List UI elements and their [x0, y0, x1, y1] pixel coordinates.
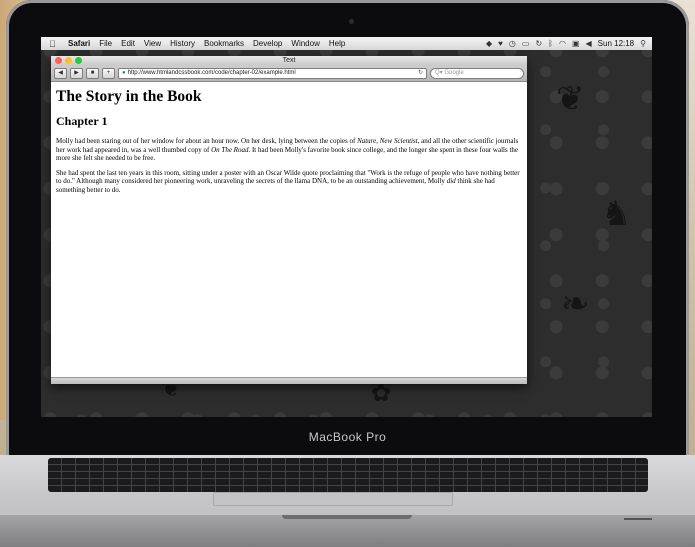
show-all-tabs-icon[interactable]: ■	[86, 68, 99, 79]
menu-edit[interactable]: Edit	[121, 39, 135, 48]
volume-icon[interactable]: ◀	[586, 39, 592, 48]
input-menu-icon[interactable]: ▣	[572, 39, 580, 48]
keyboard	[48, 458, 648, 492]
wallpaper-tree-icon: ❧	[561, 285, 590, 323]
menu-help[interactable]: Help	[329, 39, 345, 48]
window-titlebar[interactable]: Text	[51, 56, 527, 66]
wallpaper-deer-icon: ♞	[601, 195, 632, 233]
url-text: http://www.htmlandcssbook.com/code/chapt…	[127, 70, 296, 76]
address-bar[interactable]: ● http://www.htmlandcssbook.com/code/cha…	[118, 68, 427, 79]
menu-window[interactable]: Window	[291, 39, 319, 48]
apple-icon[interactable]: 	[49, 39, 59, 49]
paragraph-1: Molly had been staring out of her window…	[56, 137, 519, 162]
camera-icon	[349, 19, 354, 24]
menu-history[interactable]: History	[170, 39, 195, 48]
reload-icon[interactable]: ↻	[418, 69, 423, 78]
menu-bar:  Safari File Edit View History Bookmark…	[41, 37, 652, 50]
display-icon[interactable]: ▭	[522, 39, 530, 48]
sync-icon[interactable]: ↻	[535, 39, 542, 48]
status-bar	[51, 377, 527, 384]
wallpaper-bird-icon: ❦	[556, 80, 585, 118]
window-title: Text	[282, 57, 296, 64]
status-light	[624, 518, 652, 520]
forward-button[interactable]: ▶	[70, 68, 83, 79]
back-button[interactable]: ◀	[54, 68, 67, 79]
globe-icon: ●	[122, 70, 126, 76]
menu-bookmarks[interactable]: Bookmarks	[204, 39, 244, 48]
dropbox-icon[interactable]: ◆	[486, 39, 492, 48]
zoom-button[interactable]	[75, 57, 82, 64]
safari-window: Text ◀ ▶ ■ + ● http://www.htmlandcssbook…	[51, 56, 527, 384]
wifi-icon[interactable]: ◠	[559, 39, 566, 48]
chapter-heading: Chapter 1	[56, 114, 108, 128]
screen: ❦ ♞ ❧ ❦ ✿  Safari File Edit View Histor…	[41, 37, 652, 417]
bluetooth-icon[interactable]: ᛒ	[548, 39, 553, 48]
wallpaper-flower-icon: ✿	[371, 380, 392, 407]
spotlight-search-icon[interactable]: ⚲	[640, 39, 646, 48]
add-bookmark-button[interactable]: +	[102, 68, 115, 79]
close-button[interactable]	[55, 57, 62, 64]
evernote-icon[interactable]: ♥	[498, 39, 503, 48]
menu-view[interactable]: View	[144, 39, 161, 48]
timemachine-icon[interactable]: ◷	[509, 39, 516, 48]
laptop-brand-label: MacBook Pro	[308, 430, 387, 444]
paragraph-2: She had spent the last ten years in this…	[56, 168, 520, 194]
minimize-button[interactable]	[65, 57, 72, 64]
menu-app-safari[interactable]: Safari	[68, 39, 90, 48]
trackpad	[213, 492, 453, 506]
page-title: The Story in the Book	[56, 88, 202, 105]
browser-toolbar: ◀ ▶ ■ + ● http://www.htmlandcssbook.com/…	[51, 66, 527, 82]
laptop-front-edge	[0, 515, 695, 547]
page-content: The Story in the Book Chapter 1 Molly ha…	[51, 82, 527, 206]
menubar-clock[interactable]: Sun 12:18	[598, 39, 634, 48]
menu-file[interactable]: File	[99, 39, 112, 48]
search-input[interactable]: Q▾ Google	[430, 68, 524, 79]
lid-notch	[282, 515, 412, 519]
menu-develop[interactable]: Develop	[253, 39, 282, 48]
